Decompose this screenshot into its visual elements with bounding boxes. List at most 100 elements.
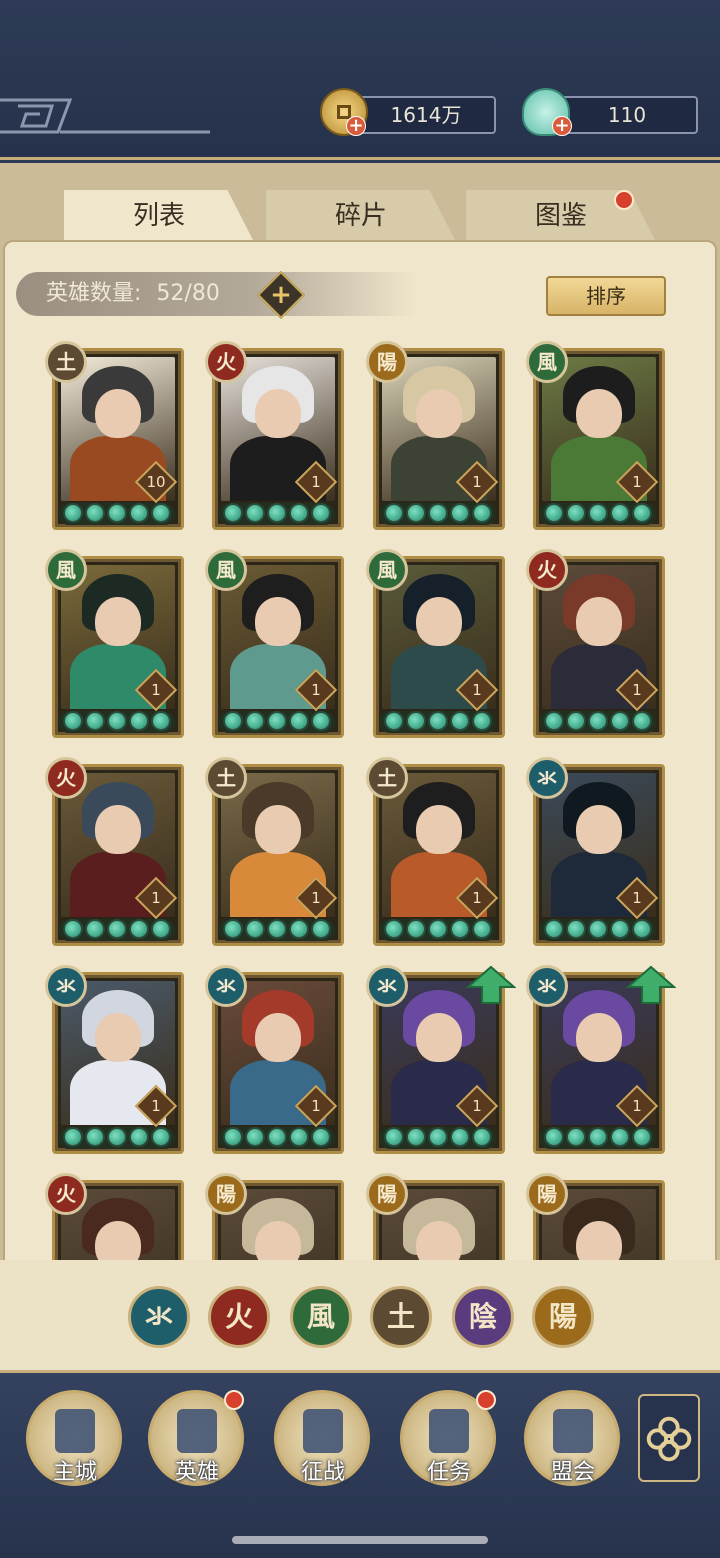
hero-card[interactable]: 1火 [45, 757, 184, 946]
hero-card[interactable]: 1土 [366, 757, 505, 946]
element-badge: 風 [526, 341, 568, 383]
jade-balance: 110 [556, 96, 698, 134]
element-badge: 陽 [205, 1173, 247, 1215]
hero-card[interactable]: 1風 [526, 341, 665, 530]
hero-level: 1 [472, 1097, 482, 1115]
element-badge: 火 [205, 341, 247, 383]
hero-level: 1 [311, 681, 321, 699]
nav-label: 征战 [300, 1460, 345, 1485]
hero-card[interactable]: 1氺 [526, 757, 665, 946]
hero-level: 1 [632, 889, 642, 907]
element-badge: 火 [45, 1173, 87, 1215]
notification-dot [224, 1390, 244, 1410]
hero-star-rating [219, 711, 335, 733]
hero-star-rating [540, 711, 656, 733]
filter-yang-button[interactable]: 陽 [532, 1286, 594, 1348]
hero-star-rating [59, 711, 175, 733]
filter-water-button[interactable]: 氺 [128, 1286, 190, 1348]
hero-level: 1 [311, 889, 321, 907]
hero-level: 1 [632, 681, 642, 699]
hero-card[interactable]: 1風 [205, 549, 344, 738]
hero-card[interactable]: 1陽 [366, 341, 505, 530]
hero-level: 1 [151, 681, 161, 699]
hero-level: 1 [151, 889, 161, 907]
filter-strip [0, 1260, 720, 1370]
hero-card[interactable]: 10 土 [45, 341, 184, 530]
codex-notification-dot [614, 190, 634, 210]
hero-level: 1 [311, 1097, 321, 1115]
hero-count: 英雄数量: 52/80 [16, 272, 416, 316]
filter-earth-button[interactable]: 土 [370, 1286, 432, 1348]
menu-button[interactable] [638, 1394, 700, 1482]
add-coins-button[interactable]: + [346, 116, 366, 136]
hero-star-rating [380, 503, 496, 525]
hero-card[interactable]: 1氺 [366, 965, 516, 1154]
hero-card[interactable]: 陽 [205, 1173, 344, 1260]
hero-card[interactable]: 火 [45, 1173, 184, 1260]
nav-label: 英雄 [174, 1460, 219, 1485]
element-badge: 氺 [45, 965, 87, 1007]
element-badge: 土 [45, 341, 87, 383]
hero-star-rating [380, 919, 496, 941]
hero-star-rating [540, 503, 656, 525]
hero-star-rating [380, 1127, 496, 1149]
hero-card[interactable]: 1風 [366, 549, 505, 738]
tab-list[interactable]: 列表 [64, 190, 254, 242]
sort-button[interactable]: 排序 [546, 276, 666, 316]
hero-star-rating [540, 1127, 656, 1149]
element-badge: 陽 [366, 1173, 408, 1215]
hero-level: 1 [472, 889, 482, 907]
battle-icon [303, 1409, 343, 1453]
nav-label: 盟会 [550, 1460, 595, 1485]
element-badge: 風 [366, 549, 408, 591]
hero-star-rating [219, 1127, 335, 1149]
element-badge: 火 [526, 549, 568, 591]
filter-yin-button[interactable]: 陰 [452, 1286, 514, 1348]
element-badge: 陽 [366, 341, 408, 383]
ornament-icon [0, 98, 210, 134]
flower-menu-icon [646, 1416, 692, 1462]
hero-card[interactable]: 1氺 [205, 965, 344, 1154]
nav-label: 主城 [52, 1460, 97, 1485]
filter-wind-button[interactable]: 風 [290, 1286, 352, 1348]
nav-label: 任务 [426, 1460, 471, 1485]
hero-card[interactable]: 1土 [205, 757, 344, 946]
hero-count-value: 52/80 [156, 281, 220, 306]
hero-card[interactable]: 1氺 [526, 965, 676, 1154]
hero-level: 1 [311, 473, 321, 491]
hero-card[interactable]: 陽 [526, 1173, 665, 1260]
hero-star-rating [59, 1127, 175, 1149]
element-badge: 氺 [205, 965, 247, 1007]
element-badge: 氺 [526, 757, 568, 799]
coin-balance: 1614万 [356, 96, 496, 134]
hero-card[interactable]: 1火 [526, 549, 665, 738]
hero-card[interactable]: 1火 [205, 341, 344, 530]
hero-card[interactable]: 1風 [45, 549, 184, 738]
element-badge: 風 [45, 549, 87, 591]
hero-star-rating [59, 503, 175, 525]
hero-star-rating [59, 919, 175, 941]
hero-star-rating [540, 919, 656, 941]
upgrade-arrow-icon [626, 965, 676, 1004]
add-jade-button[interactable]: + [552, 116, 572, 136]
hero-icon [177, 1409, 217, 1453]
element-badge: 風 [205, 549, 247, 591]
element-badge: 陽 [526, 1173, 568, 1215]
quest-icon [429, 1409, 469, 1453]
hero-level: 1 [472, 681, 482, 699]
tab-fragments[interactable]: 碎片 [266, 190, 456, 242]
element-badge: 土 [205, 757, 247, 799]
hero-star-rating [380, 711, 496, 733]
upgrade-arrow-icon [466, 965, 516, 1004]
hero-level: 1 [472, 473, 482, 491]
filter-fire-button[interactable]: 火 [208, 1286, 270, 1348]
hero-level: 1 [632, 1097, 642, 1115]
guild-icon [553, 1409, 593, 1453]
hero-star-rating [219, 919, 335, 941]
home-indicator[interactable] [232, 1536, 488, 1544]
element-badge: 氺 [366, 965, 408, 1007]
hero-card[interactable]: 1氺 [45, 965, 184, 1154]
hero-card[interactable]: 陽 [366, 1173, 505, 1260]
hero-count-label: 英雄数量: [46, 281, 142, 306]
hero-level: 10 [146, 473, 166, 491]
